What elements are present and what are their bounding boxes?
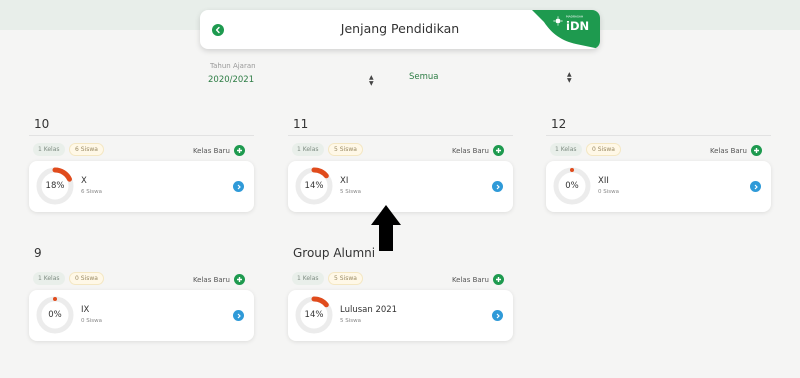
- student-count: 5 Siswa: [340, 318, 362, 324]
- chevron-right-icon[interactable]: [492, 181, 503, 192]
- kelas-baru-button[interactable]: Kelas Baru: [193, 274, 245, 285]
- class-card-ix[interactable]: 0% IX 0 Siswa: [29, 290, 254, 341]
- plus-icon: [234, 145, 245, 156]
- section-9: 9 1 Kelas 0 Siswa Kelas Baru: [29, 246, 254, 286]
- student-count: 5 Siswa: [340, 189, 362, 195]
- class-name: X: [81, 176, 87, 186]
- siswa-count-badge: 5 Siswa: [328, 143, 363, 156]
- student-count: 6 Siswa: [81, 189, 103, 195]
- class-card-xii[interactable]: 0% XII 0 Siswa: [546, 161, 771, 212]
- plus-icon: [493, 274, 504, 285]
- kelas-baru-label: Kelas Baru: [192, 275, 230, 284]
- kelas-count-badge: 1 Kelas: [292, 143, 324, 156]
- student-count: 0 Siswa: [81, 318, 103, 324]
- kelas-baru-button[interactable]: Kelas Baru: [193, 145, 245, 156]
- student-count: 0 Siswa: [598, 189, 620, 195]
- class-name: Lulusan 2021: [340, 305, 398, 315]
- section-divider: [29, 264, 254, 265]
- section-divider: [288, 264, 513, 265]
- kelas-count-badge: 1 Kelas: [33, 143, 65, 156]
- class-card-x[interactable]: 18% X 6 Siswa: [29, 161, 254, 212]
- up-arrow-icon: [371, 205, 401, 251]
- siswa-count-badge: 5 Siswa: [328, 272, 363, 285]
- class-name: XI: [340, 176, 349, 186]
- kelas-baru-button[interactable]: Kelas Baru: [710, 145, 762, 156]
- section-divider: [29, 135, 254, 136]
- kelas-baru-button[interactable]: Kelas Baru: [452, 145, 504, 156]
- year-filter-label: Tahun Ajaran: [210, 62, 256, 70]
- type-select-arrow-icon[interactable]: ▲ ▼: [567, 72, 572, 84]
- section-title: 12: [551, 117, 567, 131]
- chevron-right-icon[interactable]: [750, 181, 761, 192]
- section-divider: [288, 135, 513, 136]
- section-10: 10 1 Kelas 6 Siswa Kelas Baru: [29, 117, 254, 157]
- section-title: 10: [34, 117, 50, 131]
- kelas-count-badge: 1 Kelas: [292, 272, 324, 285]
- kelas-baru-label: Kelas Baru: [192, 146, 230, 155]
- chevron-right-icon[interactable]: [492, 310, 503, 321]
- section-title: 11: [293, 117, 309, 131]
- section-title: 9: [34, 246, 42, 260]
- progress-percent: 0%: [565, 181, 579, 191]
- class-name: IX: [81, 305, 90, 315]
- kelas-count-badge: 1 Kelas: [33, 272, 65, 285]
- filters: Tahun Ajaran 2020/2021 ▲ ▼ Semua ▲ ▼: [0, 0, 800, 100]
- kelas-count-badge: 1 Kelas: [550, 143, 582, 156]
- year-select-arrow-icon[interactable]: ▲ ▼: [369, 75, 374, 87]
- section-divider: [546, 135, 771, 136]
- progress-percent: 14%: [304, 310, 324, 320]
- progress-percent: 18%: [45, 181, 65, 191]
- plus-icon: [751, 145, 762, 156]
- siswa-count-badge: 6 Siswa: [69, 143, 104, 156]
- progress-percent: 0%: [48, 310, 62, 320]
- class-name: XII: [598, 176, 609, 186]
- section-group-alumni: Group Alumni 1 Kelas 5 Siswa Kelas Baru: [288, 246, 513, 286]
- kelas-baru-button[interactable]: Kelas Baru: [452, 274, 504, 285]
- kelas-baru-label: Kelas Baru: [451, 146, 489, 155]
- section-12: 12 1 Kelas 0 Siswa Kelas Baru: [546, 117, 771, 157]
- siswa-count-badge: 0 Siswa: [69, 272, 104, 285]
- chevron-right-icon[interactable]: [233, 181, 244, 192]
- class-card-lulusan-2021[interactable]: 14% Lulusan 2021 5 Siswa: [288, 290, 513, 341]
- year-filter-select[interactable]: 2020/2021: [208, 75, 254, 85]
- type-filter-select[interactable]: Semua: [409, 72, 439, 82]
- chevron-right-icon[interactable]: [233, 310, 244, 321]
- section-11: 11 1 Kelas 5 Siswa Kelas Baru: [288, 117, 513, 157]
- siswa-count-badge: 0 Siswa: [586, 143, 621, 156]
- progress-percent: 14%: [304, 181, 324, 191]
- plus-icon: [493, 145, 504, 156]
- kelas-baru-label: Kelas Baru: [709, 146, 747, 155]
- kelas-baru-label: Kelas Baru: [451, 275, 489, 284]
- plus-icon: [234, 274, 245, 285]
